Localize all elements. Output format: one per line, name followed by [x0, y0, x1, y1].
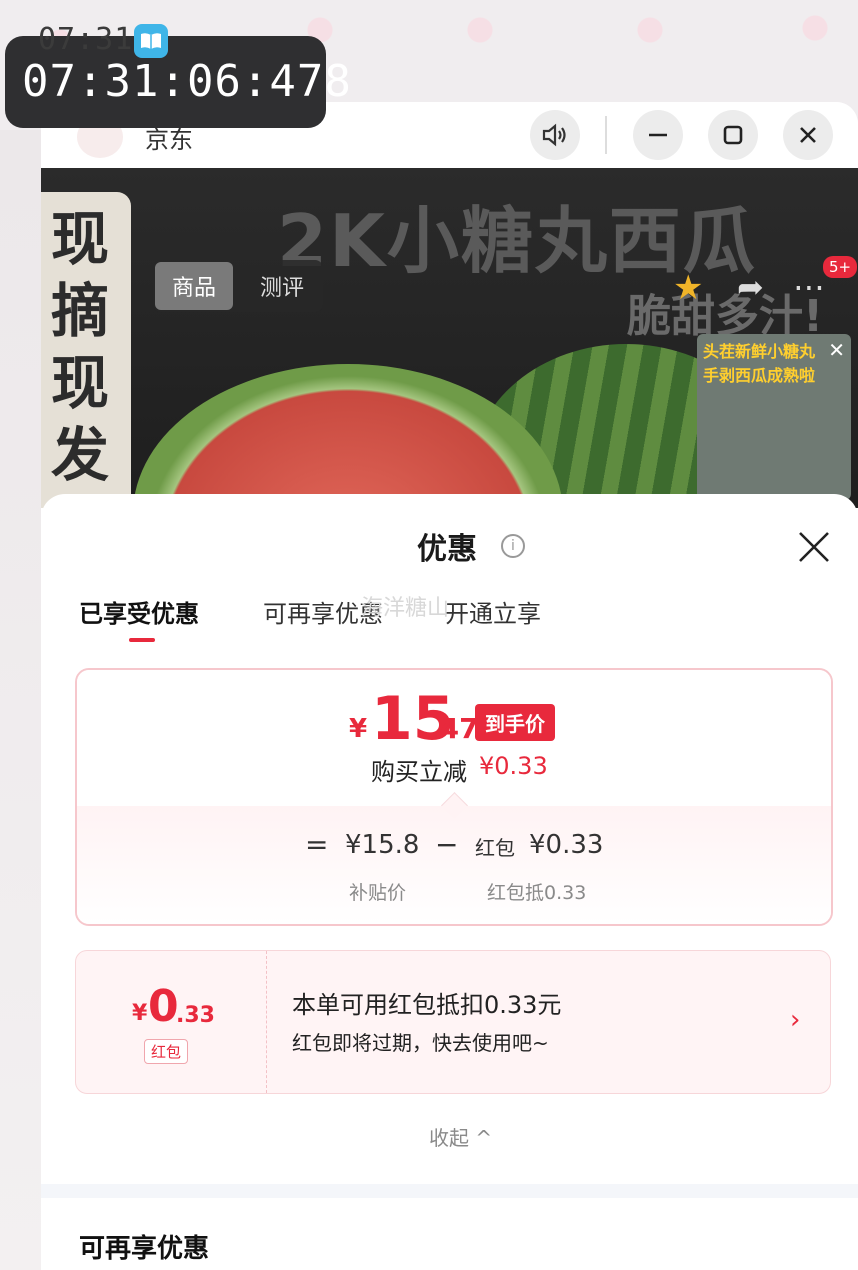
redpacket-coupon[interactable]: ¥ 0 .33 红包 本单可用红包抵扣0.33元 红包即将过期，快去使用吧~ ›	[75, 950, 831, 1094]
tab-review[interactable]: 测评	[243, 262, 321, 310]
tab-open-now[interactable]: 开通立享	[445, 594, 541, 629]
price-card: ¥ 15 .47 到手价 购买立减 ¥0.33 = ¥15.8 − 红包 ¥0.…	[75, 668, 833, 926]
info-icon[interactable]: i	[501, 534, 525, 558]
chevron-right-icon[interactable]: ›	[790, 1005, 800, 1035]
video-caption-line: 头茬新鲜小糖丸	[703, 342, 816, 361]
book-icon	[134, 24, 168, 58]
price-yen: ¥	[349, 714, 368, 744]
redpacket-value: ¥0.33	[529, 830, 604, 860]
minimize-button[interactable]	[633, 110, 683, 160]
watermelon-slice-image	[133, 364, 563, 508]
sheet-close-button[interactable]	[797, 530, 831, 564]
tab-enjoyed[interactable]: 已享受优惠	[79, 594, 199, 629]
price-card-bottom	[77, 806, 831, 924]
redpacket-label: 红包	[475, 836, 515, 860]
clock-small: 07:31	[38, 22, 134, 57]
favorite-star-icon[interactable]: ★	[673, 268, 703, 308]
coupon-integer: 0	[148, 981, 179, 1032]
minus-sign: −	[435, 828, 459, 861]
sheet-title: 优惠	[417, 532, 477, 567]
close-icon	[799, 532, 829, 562]
collapse-button[interactable]: 收起 ^	[429, 1122, 492, 1151]
coupon-tag: 红包	[144, 1039, 189, 1064]
product-hero-image: 2K小糖丸西瓜 脆甜多汁! 现 摘 现 发 商品 测评 ★ ➦ ⋯ 5+ 头茬新…	[41, 168, 858, 508]
coupon-title: 本单可用红包抵扣0.33元	[292, 991, 562, 1019]
subsidy-price-note: 补贴价	[349, 882, 407, 904]
video-close-icon[interactable]: ✕	[828, 338, 845, 362]
maximize-icon	[723, 125, 743, 145]
subsidy-price: ¥15.8	[345, 830, 420, 860]
close-icon	[800, 127, 816, 143]
section-title: 可再享优惠	[79, 1234, 210, 1264]
maximize-button[interactable]	[708, 110, 758, 160]
minimize-icon	[649, 133, 667, 137]
instant-reduce-value: ¥0.33	[479, 752, 548, 780]
coupon-yen: ¥	[132, 1001, 148, 1026]
discount-sheet: 优惠 i 已享受优惠 可再享优惠 开通立享 海洋糖山 ¥ 15 .47 到手价 …	[41, 494, 858, 1270]
speaker-button[interactable]	[530, 110, 580, 160]
timestamp-text: 07:31:06:478	[22, 56, 352, 107]
hero-side-banner: 现 摘 现 发	[41, 192, 131, 508]
active-tab-indicator	[129, 638, 155, 642]
final-price-tag: 到手价	[475, 704, 555, 741]
watermark: 海洋糖山	[361, 596, 450, 621]
video-caption: 头茬新鲜小糖丸 手剥西瓜成熟啦	[703, 340, 815, 388]
price-decimal: .47	[429, 712, 479, 745]
side-char: 发	[51, 421, 110, 489]
app-window: 京东 2K小糖丸西瓜 脆甜多汁! 现 摘 现 发 商品 测评 ★ ➦ ⋯ 5+ …	[41, 102, 858, 1270]
tab-product[interactable]: 商品	[155, 262, 233, 310]
video-caption-line: 手剥西瓜成熟啦	[703, 366, 816, 385]
product-tabs: 商品 测评	[153, 260, 323, 312]
background-strip	[0, 130, 42, 1270]
notification-badge: 5+	[823, 256, 858, 278]
more-icon[interactable]: ⋯	[793, 268, 825, 306]
share-icon[interactable]: ➦	[737, 268, 764, 306]
redpacket-note: 红包抵0.33	[487, 882, 587, 904]
equals-sign: =	[305, 828, 329, 861]
speaker-icon	[542, 123, 566, 147]
section-divider	[41, 1184, 858, 1198]
instant-reduce-label: 购买立减	[371, 758, 467, 786]
video-preview[interactable]: 头茬新鲜小糖丸 手剥西瓜成熟啦 ✕	[697, 334, 851, 500]
title-bar-separator	[605, 116, 607, 154]
close-window-button[interactable]	[783, 110, 833, 160]
coupon-description: 红包即将过期，快去使用吧~	[292, 1031, 549, 1055]
coupon-decimal: .33	[176, 1003, 215, 1028]
